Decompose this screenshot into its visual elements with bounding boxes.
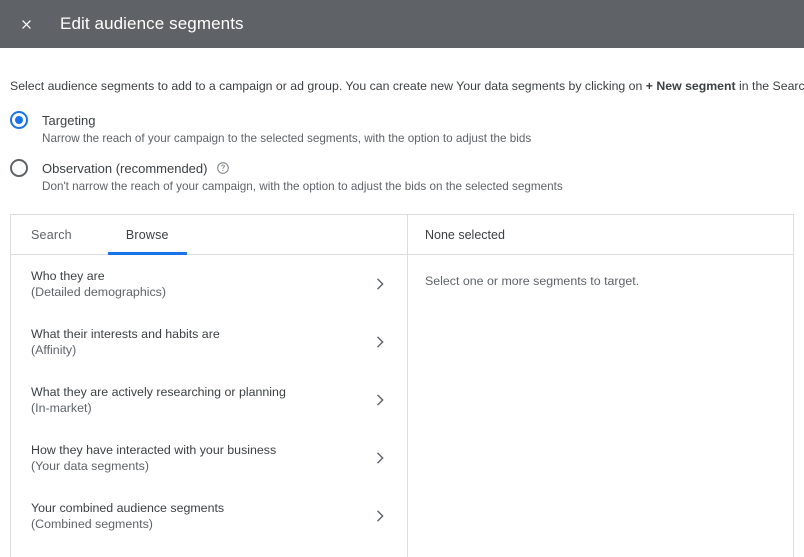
intro-text-before: Select audience segments to add to a cam…: [10, 79, 646, 93]
category-subtitle: (In-market): [31, 401, 92, 415]
targeting-mode-radio-group: Targeting Narrow the reach of your campa…: [0, 111, 804, 193]
category-subtitle: (Your data segments): [31, 459, 150, 473]
chevron-right-icon[interactable]: [371, 275, 389, 293]
radio-description-targeting: Narrow the reach of your campaign to the…: [42, 132, 532, 145]
selection-empty-state: Select one or more segments to target.: [408, 255, 793, 289]
radio-option-observation[interactable]: Observation (recommended) Don't narrow t…: [10, 159, 804, 193]
list-item[interactable]: Who they are (Detailed demographics): [11, 255, 407, 313]
intro-text-after: in the Search tab.: [739, 79, 804, 93]
category-text: What they are actively researching or pl…: [31, 384, 371, 416]
segments-card: Search Browse Who they are (Detailed dem…: [10, 214, 794, 557]
dialog-header: Edit audience segments: [0, 0, 804, 48]
page-title: Edit audience segments: [60, 14, 244, 33]
selection-empty-message: Select one or more segments to target.: [425, 274, 640, 288]
category-list: Who they are (Detailed demographics) Wha…: [11, 255, 407, 557]
tabstrip: Search Browse: [11, 215, 407, 255]
radio-label-observation: Observation (recommended): [42, 160, 208, 176]
radio-label-targeting: Targeting: [42, 112, 96, 128]
close-icon: [19, 17, 34, 32]
list-item[interactable]: What their interests and habits are (Aff…: [11, 313, 407, 371]
intro-description: Select audience segments to add to a cam…: [10, 77, 804, 95]
close-button[interactable]: [12, 10, 40, 38]
chevron-right-icon[interactable]: [371, 449, 389, 467]
chevron-right-icon[interactable]: [371, 507, 389, 525]
selection-count-label: None selected: [425, 227, 505, 242]
category-text: Who they are (Detailed demographics): [31, 268, 371, 300]
category-title: Who they are: [31, 269, 105, 283]
list-item[interactable]: Your combined audience segments (Combine…: [11, 487, 407, 545]
category-text: How they have interacted with your busin…: [31, 442, 371, 474]
list-item[interactable]: How they have interacted with your busin…: [11, 429, 407, 487]
selection-panel: None selected Select one or more segment…: [408, 215, 793, 557]
intro-emphasis: + New segment: [645, 79, 736, 93]
category-title: How they have interacted with your busin…: [31, 443, 277, 457]
observation-help-circle-icon[interactable]: [216, 161, 230, 175]
radio-description-observation: Don't narrow the reach of your campaign,…: [42, 180, 563, 193]
radio-option-observation-header[interactable]: Observation (recommended): [10, 159, 804, 177]
radio-button-targeting[interactable]: [10, 111, 28, 129]
category-text: What their interests and habits are (Aff…: [31, 326, 371, 358]
chevron-right-icon[interactable]: [371, 333, 389, 351]
radio-option-targeting[interactable]: Targeting Narrow the reach of your campa…: [10, 111, 804, 145]
radio-button-observation[interactable]: [10, 159, 28, 177]
category-subtitle: (Combined segments): [31, 517, 153, 531]
selection-panel-header: None selected: [408, 215, 793, 255]
browse-panel: Search Browse Who they are (Detailed dem…: [11, 215, 408, 557]
category-text: Your combined audience segments (Combine…: [31, 500, 371, 532]
category-title: What their interests and habits are: [31, 327, 220, 341]
chevron-right-icon[interactable]: [371, 391, 389, 409]
tab-search[interactable]: Search: [31, 215, 108, 254]
tab-search-label: Search: [31, 227, 72, 242]
list-item[interactable]: What they are actively researching or pl…: [11, 371, 407, 429]
radio-option-targeting-header[interactable]: Targeting: [10, 111, 804, 129]
tab-browse-label: Browse: [125, 227, 169, 242]
category-title: What they are actively researching or pl…: [31, 385, 286, 399]
category-subtitle: (Detailed demographics): [31, 285, 166, 299]
tab-browse[interactable]: Browse: [107, 215, 187, 255]
category-title: Your combined audience segments: [31, 501, 225, 515]
category-subtitle: (Affinity): [31, 343, 77, 357]
intro-description-row: Select audience segments to add to a cam…: [0, 77, 804, 95]
